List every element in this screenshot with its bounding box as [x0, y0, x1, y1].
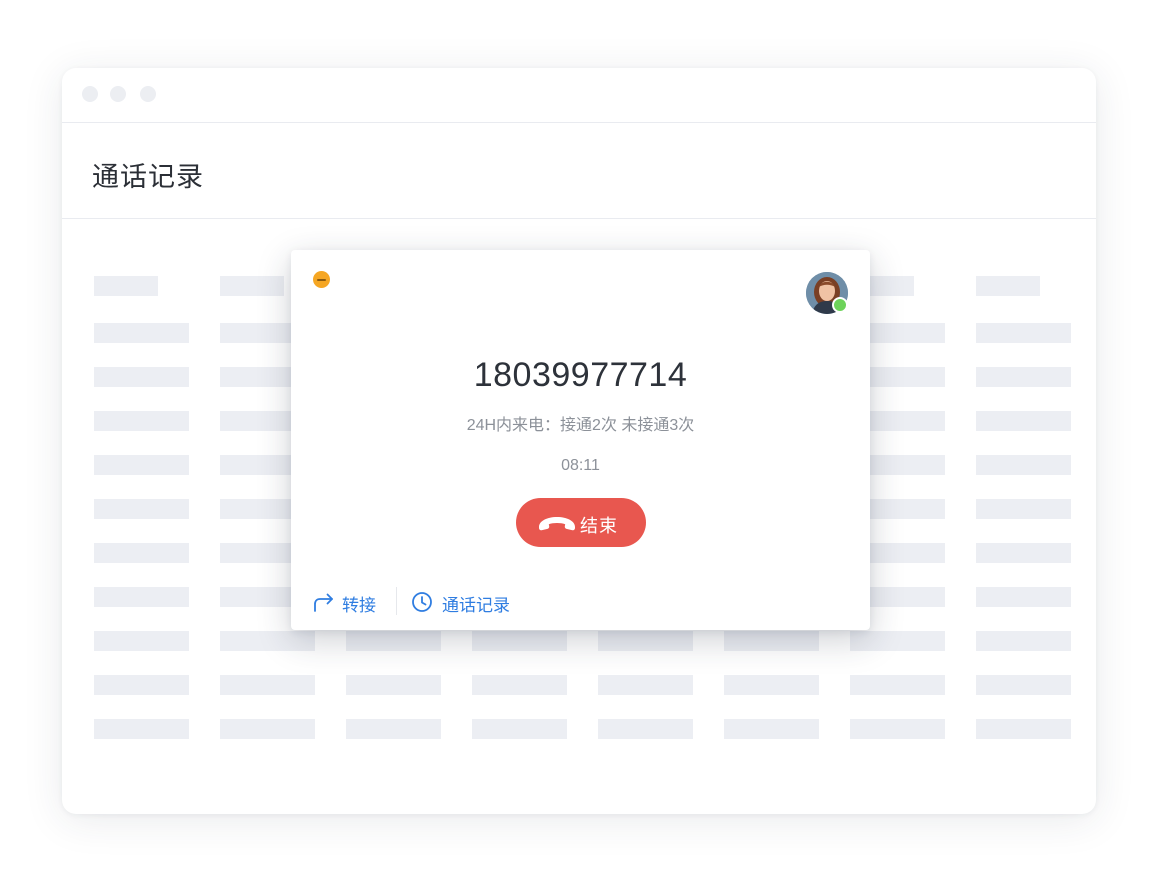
skeleton-cell [94, 587, 189, 607]
skeleton-cell [976, 455, 1071, 475]
skeleton-cell [976, 719, 1071, 739]
skeleton-cell [220, 719, 315, 739]
title-bar [62, 68, 1096, 123]
caller-phone-number: 18039977714 [473, 356, 688, 394]
call-history-stats: 24H内来电：接通2次 未接通3次 [466, 417, 695, 434]
skeleton-cell [472, 675, 567, 695]
skeleton-cell [94, 411, 189, 431]
skeleton-cell [850, 631, 945, 651]
skeleton-cell [94, 719, 189, 739]
skeleton-cell [976, 411, 1071, 431]
skeleton-cell [976, 675, 1071, 695]
window-control-dot[interactable] [110, 86, 126, 102]
skeleton-cell [976, 543, 1071, 563]
skeleton-cell [346, 719, 441, 739]
online-status-indicator [832, 297, 848, 313]
minimize-button[interactable] [313, 271, 330, 288]
skeleton-cell [850, 719, 945, 739]
action-divider [396, 587, 397, 615]
skeleton-cell [598, 719, 693, 739]
skeleton-cell [94, 631, 189, 651]
transfer-button[interactable]: 转接 [313, 586, 383, 616]
skeleton-cell [94, 543, 189, 563]
skeleton-cell [598, 631, 693, 651]
skeleton-cell [346, 631, 441, 651]
call-history-label: 通话记录 [442, 596, 510, 615]
skeleton-cell [94, 455, 189, 475]
share-arrow-icon [314, 593, 333, 612]
end-call-button[interactable]: 结束 [516, 498, 646, 547]
end-call-label: 结束 [580, 516, 618, 536]
skeleton-cell [220, 631, 315, 651]
skeleton-header-cell [220, 276, 284, 296]
page-header: 通话记录 [62, 123, 1096, 219]
window-control-dot[interactable] [82, 86, 98, 102]
skeleton-cell [976, 367, 1071, 387]
window-control-dot[interactable] [140, 86, 156, 102]
skeleton-header-cell [976, 276, 1040, 296]
call-history-button[interactable]: 通话记录 [411, 586, 521, 616]
call-card: 18039977714 24H内来电：接通2次 未接通3次 08:11 结束 转… [291, 250, 870, 630]
skeleton-cell [94, 499, 189, 519]
transfer-label: 转接 [342, 596, 376, 615]
skeleton-cell [976, 323, 1071, 343]
skeleton-cell [94, 323, 189, 343]
skeleton-cell [724, 675, 819, 695]
skeleton-cell [976, 499, 1071, 519]
skeleton-header-cell [94, 276, 158, 296]
skeleton-cell [94, 367, 189, 387]
skeleton-cell [346, 675, 441, 695]
skeleton-cell [724, 631, 819, 651]
call-duration-timer: 08:11 [561, 457, 600, 474]
skeleton-cell [976, 631, 1071, 651]
skeleton-cell [724, 719, 819, 739]
skeleton-cell [850, 675, 945, 695]
skeleton-cell [598, 675, 693, 695]
skeleton-cell [94, 675, 189, 695]
page-title: 通话记录 [92, 162, 204, 192]
skeleton-cell [472, 631, 567, 651]
skeleton-cell [220, 675, 315, 695]
clock-icon [412, 592, 432, 612]
hangup-phone-icon [539, 517, 575, 531]
skeleton-cell [472, 719, 567, 739]
skeleton-cell [976, 587, 1071, 607]
